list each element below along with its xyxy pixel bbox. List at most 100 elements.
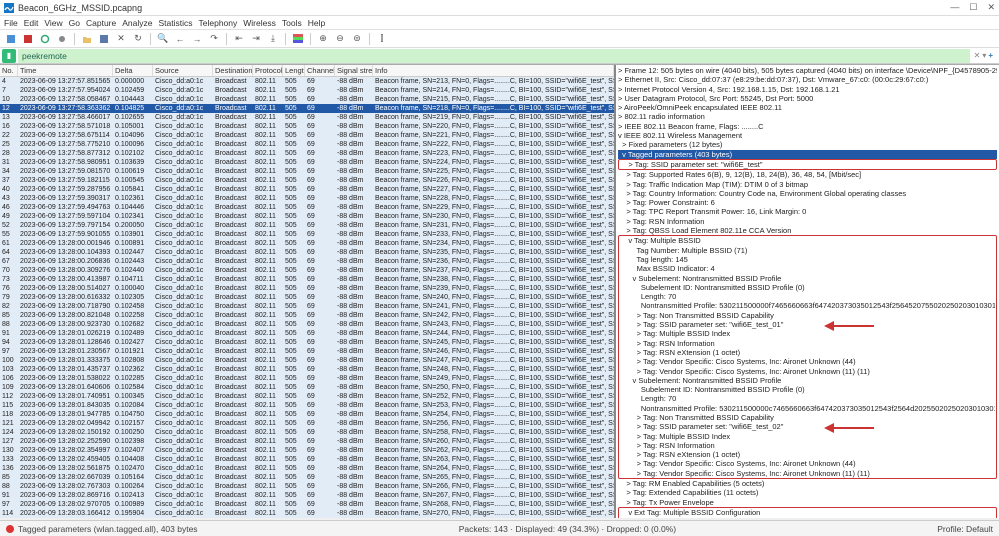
packet-row[interactable]: 222023-06-09 13:27:58.6751140.104096Cisc… <box>0 131 614 140</box>
status-profile-text[interactable]: Profile: Default <box>937 524 993 534</box>
detail-line[interactable]: Length: 70 <box>620 394 995 403</box>
packet-row[interactable]: 732023-06-09 13:28:00.4139870.104711Cisc… <box>0 275 614 284</box>
detail-line[interactable]: > Tag: Vendor Specific: Cisco Systems, I… <box>620 367 995 376</box>
packet-row[interactable]: 402023-06-09 13:27:59.2879560.105841Cisc… <box>0 185 614 194</box>
filter-add-button[interactable]: + <box>988 51 993 60</box>
next-icon[interactable]: → <box>190 32 204 46</box>
menu-capture[interactable]: Capture <box>86 18 116 28</box>
packet-row[interactable]: 372023-06-09 13:27:59.1821150.100545Cisc… <box>0 176 614 185</box>
packet-row[interactable]: 912023-06-09 13:28:02.8697160.102413Cisc… <box>0 491 614 500</box>
packet-row[interactable]: 852023-06-09 13:28:02.6670390.105164Cisc… <box>0 473 614 482</box>
detail-line[interactable]: > Internet Protocol Version 4, Src: 192.… <box>618 85 997 94</box>
close-button[interactable]: ✕ <box>987 2 995 13</box>
packet-list-body[interactable]: 42023-06-09 13:27:57.8515650.000000Cisco… <box>0 77 614 518</box>
packet-row[interactable]: 822023-06-09 13:28:00.7187900.102458Cisc… <box>0 302 614 311</box>
detail-line[interactable]: Nontransmitted Profile: 530211500000f746… <box>620 301 995 310</box>
menu-wireless[interactable]: Wireless <box>243 18 276 28</box>
detail-line[interactable]: v Tag: Multiple BSSID <box>620 236 995 245</box>
packet-row[interactable]: 1142023-06-09 13:28:03.1664120.195904Cis… <box>0 509 614 518</box>
detail-line[interactable]: > Tag: Multiple BSSID Index <box>620 432 995 441</box>
detail-line[interactable]: > Tag: Non Transmitted BSSID Capability <box>620 311 995 320</box>
detail-line[interactable]: > Tag: Power Constraint: 6 <box>618 198 997 207</box>
packet-row[interactable]: 312023-06-09 13:27:58.9809510.103639Cisc… <box>0 158 614 167</box>
menu-analyze[interactable]: Analyze <box>122 18 152 28</box>
detail-line[interactable]: > Tag: RM Enabled Capabilities (5 octets… <box>618 479 997 488</box>
stop-capture-icon[interactable] <box>21 32 35 46</box>
packet-row[interactable]: 1212023-06-09 13:28:02.0499420.102157Cis… <box>0 419 614 428</box>
reload-icon[interactable]: ↻ <box>131 32 145 46</box>
detail-line[interactable]: Tag Number: Element ID Extension (255) <box>620 517 995 518</box>
detail-line[interactable]: v IEEE 802.11 Wireless Management <box>618 131 997 140</box>
detail-line[interactable]: > Tag: QBSS Load Element 802.11e CCA Ver… <box>618 226 997 235</box>
packet-row[interactable]: 642023-06-09 13:28:00.1043930.102447Cisc… <box>0 248 614 257</box>
detail-line[interactable]: > Tag: Country Information: Country Code… <box>618 189 997 198</box>
detail-line[interactable]: > Tag: SSID parameter set: "wifi6E_test_… <box>620 320 995 329</box>
packet-row[interactable]: 72023-06-09 13:27:57.9540240.102459Cisco… <box>0 86 614 95</box>
col-info[interactable]: Info <box>373 65 614 76</box>
filter-clear-icon[interactable]: ✕ <box>974 51 981 60</box>
detail-line[interactable]: > Tag: Supported Rates 6(B), 9, 12(B), 1… <box>618 170 997 179</box>
detail-line[interactable]: > IEEE 802.11 Beacon frame, Flags: .....… <box>618 122 997 131</box>
packet-row[interactable]: 462023-06-09 13:27:59.4947630.104446Cisc… <box>0 203 614 212</box>
detail-line[interactable]: > AiroPeek/OmniPeek encapsulated IEEE 80… <box>618 103 997 112</box>
col-src[interactable]: Source <box>153 65 213 76</box>
packet-row[interactable]: 132023-06-09 13:27:58.4660170.102655Cisc… <box>0 113 614 122</box>
packet-row[interactable]: 492023-06-09 13:27:59.5971040.102341Cisc… <box>0 212 614 221</box>
detail-line[interactable]: > 802.11 radio information <box>618 112 997 121</box>
packet-row[interactable]: 942023-06-09 13:28:01.1286460.102427Cisc… <box>0 338 614 347</box>
autoscroll-icon[interactable]: ⤓ <box>266 32 280 46</box>
packet-row[interactable]: 972023-06-09 13:28:01.2305670.101921Cisc… <box>0 347 614 356</box>
packet-row[interactable]: 672023-06-09 13:28:00.2068360.102443Cisc… <box>0 257 614 266</box>
detail-line[interactable]: > Tag: Vendor Specific: Cisco Systems, I… <box>620 357 995 366</box>
detail-line[interactable]: Length: 70 <box>620 292 995 301</box>
packet-row[interactable]: 972023-06-09 13:28:02.9707050.100989Cisc… <box>0 500 614 509</box>
expert-info-icon[interactable] <box>6 525 14 533</box>
packet-row[interactable]: 792023-06-09 13:28:00.6163320.102305Cisc… <box>0 293 614 302</box>
packet-row[interactable]: 882023-06-09 13:28:00.9237300.102682Cisc… <box>0 320 614 329</box>
detail-line[interactable]: Subelement ID: Nontransmitted BSSID Prof… <box>620 385 995 394</box>
col-no[interactable]: No. <box>0 65 18 76</box>
detail-line[interactable]: > Ethernet II, Src: Cisco_dd:07:37 (e8:2… <box>618 75 997 84</box>
packet-row[interactable]: 1182023-06-09 13:28:01.9477850.104750Cis… <box>0 410 614 419</box>
packet-row[interactable]: 1032023-06-09 13:28:01.4357370.102362Cis… <box>0 365 614 374</box>
packet-row[interactable]: 852023-06-09 13:28:00.8210480.102258Cisc… <box>0 311 614 320</box>
packet-row[interactable]: 762023-06-09 13:28:00.5140270.100040Cisc… <box>0 284 614 293</box>
maximize-button[interactable]: ☐ <box>969 2 977 13</box>
detail-line[interactable]: > Tag: SSID parameter set: "wifi6E_test" <box>620 160 995 169</box>
menu-view[interactable]: View <box>44 18 62 28</box>
packet-row[interactable]: 1002023-06-09 13:28:01.3333750.102808Cis… <box>0 356 614 365</box>
packet-row[interactable]: 1062023-06-09 13:28:01.5380220.102285Cis… <box>0 374 614 383</box>
packet-row[interactable]: 42023-06-09 13:27:57.8515650.000000Cisco… <box>0 77 614 86</box>
detail-line[interactable]: Max BSSID Indicator: 4 <box>620 264 995 273</box>
start-capture-icon[interactable] <box>4 32 18 46</box>
detail-line[interactable]: > Tag: Non Transmitted BSSID Capability <box>620 413 995 422</box>
detail-line[interactable]: Tag Number: Multiple BSSID (71) <box>620 246 995 255</box>
menu-telephony[interactable]: Telephony <box>199 18 238 28</box>
col-chan[interactable]: Channel <box>305 65 335 76</box>
goto-icon[interactable]: ↷ <box>207 32 221 46</box>
detail-line[interactable]: Subelement ID: Nontransmitted BSSID Prof… <box>620 283 995 292</box>
first-icon[interactable]: ⇤ <box>232 32 246 46</box>
menu-help[interactable]: Help <box>308 18 325 28</box>
resize-cols-icon[interactable]: ⫿ <box>375 32 389 46</box>
detail-line[interactable]: > Tag: RSN eXtension (1 octet) <box>620 348 995 357</box>
detail-line[interactable]: v Subelement: Nontransmitted BSSID Profi… <box>620 376 995 385</box>
packet-row[interactable]: 1302023-06-09 13:28:02.3549970.102407Cis… <box>0 446 614 455</box>
detail-line[interactable]: > Tag: Vendor Specific: Cisco Systems, I… <box>620 459 995 468</box>
packet-row[interactable]: 1242023-06-09 13:28:02.1501920.100250Cis… <box>0 428 614 437</box>
open-file-icon[interactable] <box>80 32 94 46</box>
menu-edit[interactable]: Edit <box>24 18 39 28</box>
minimize-button[interactable]: — <box>950 2 959 13</box>
packet-row[interactable]: 1122023-06-09 13:28:01.7409510.100345Cis… <box>0 392 614 401</box>
packet-row[interactable]: 1332023-06-09 13:28:02.4594050.104408Cis… <box>0 455 614 464</box>
packet-row[interactable]: 702023-06-09 13:28:00.3092760.102440Cisc… <box>0 266 614 275</box>
detail-line[interactable]: > Tag: RSN eXtension (1 octet) <box>620 450 995 459</box>
packet-row[interactable]: 912023-06-09 13:28:01.0262190.102489Cisc… <box>0 329 614 338</box>
packet-row[interactable]: 1092023-06-09 13:28:01.6406060.102584Cis… <box>0 383 614 392</box>
packet-row[interactable]: 1152023-06-09 13:28:01.8430350.102084Cis… <box>0 401 614 410</box>
filter-dropdown-icon[interactable]: ▾ <box>982 51 986 60</box>
detail-line[interactable]: v Subelement: Nontransmitted BSSID Profi… <box>620 274 995 283</box>
detail-line[interactable]: > Frame 12: 505 bytes on wire (4040 bits… <box>618 66 997 75</box>
menu-file[interactable]: File <box>4 18 18 28</box>
capture-options-icon[interactable] <box>55 32 69 46</box>
